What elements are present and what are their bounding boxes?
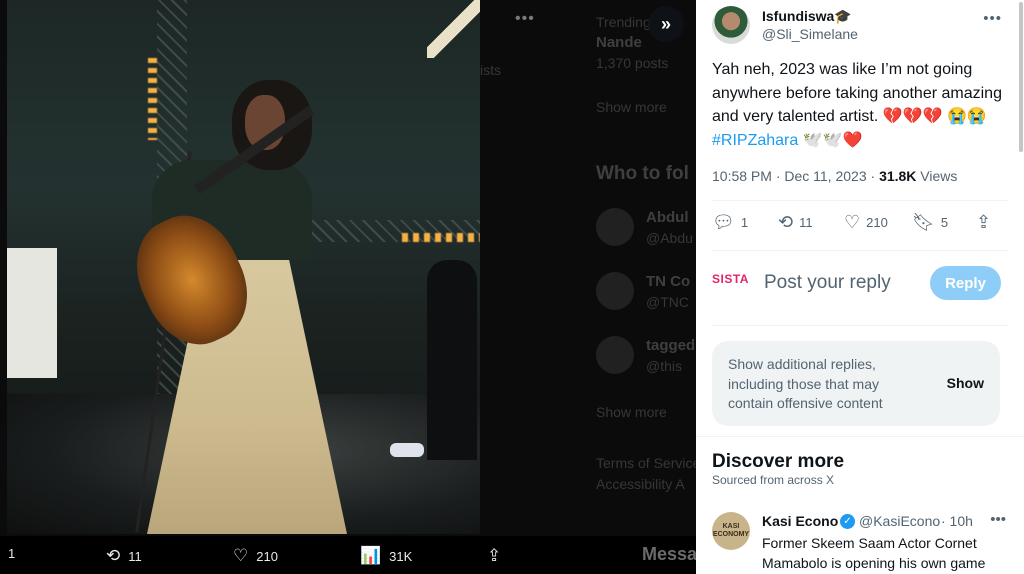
views-label: Views <box>916 168 958 184</box>
rec-avatar[interactable]: KASI ECONOMY <box>712 512 750 550</box>
share-icon: ⇪ <box>487 546 502 565</box>
media-repost-button[interactable]: ⟲ 11 <box>106 546 142 566</box>
ghost-lists: ists <box>480 62 501 78</box>
rec-text: Former Skeem Saam Actor Cornet Mamabolo … <box>762 535 986 571</box>
ghost-trend-name: Nande <box>596 34 642 51</box>
ghost-avatar <box>596 272 634 310</box>
author-name[interactable]: Isfundiswa🎓 <box>762 8 852 25</box>
reply-composer: SISTA Post your reply Reply <box>712 264 1012 304</box>
media-share-button[interactable]: ⇪ <box>487 546 501 566</box>
bookmark-button[interactable]: 🔖︎ 5 <box>912 212 948 233</box>
more-options-icon[interactable]: ••• <box>990 511 1006 528</box>
ghost-avatar <box>596 336 634 374</box>
like-count: 210 <box>866 215 888 230</box>
bookmark-icon: 🔖︎ <box>912 212 935 232</box>
reply-avatar: SISTA <box>712 272 749 286</box>
tweet-header: Isfundiswa🎓 @Sli_Simelane ••• <box>712 6 1012 46</box>
rec-author-name[interactable]: Kasi Econo <box>762 513 838 529</box>
hidden-replies-text: Show additional replies, including those… <box>728 356 883 411</box>
more-options-icon[interactable]: ••• <box>983 10 1002 27</box>
share-icon: ⇪ <box>976 212 992 232</box>
reply-input[interactable]: Post your reply <box>764 272 891 294</box>
tweet-actions: 💬︎ 1 ⟲ 11 ♡ 210 🔖︎ 5 ⇪ <box>712 212 1012 238</box>
repost-count: 11 <box>799 215 813 230</box>
discover-subtitle: Sourced from across X <box>712 473 835 487</box>
ghost-follow-name: TN Co <box>646 273 691 290</box>
tweet-text-tail: 🕊️🕊️❤️ <box>798 131 863 149</box>
ghost-show-more: Show more <box>596 404 667 420</box>
repost-icon: ⟲ <box>778 212 794 232</box>
show-hidden-replies-button[interactable]: Show <box>947 375 984 391</box>
ghost-trending: Trending <box>596 14 651 30</box>
media-views-button[interactable]: 📊 31K <box>360 546 412 566</box>
stage-logo <box>427 0 480 58</box>
tweet-text: Yah neh, 2023 was like I’m not going any… <box>712 58 1008 152</box>
hashtag-link[interactable]: #RIPZahara <box>712 132 798 149</box>
collapse-panel-button[interactable]: » <box>648 6 684 42</box>
discover-title: Discover more <box>712 451 845 472</box>
post-photo[interactable] <box>7 0 480 534</box>
media-action-bar: 1 ⟲ 11 ♡ 210 📊 31K ⇪ <box>0 536 696 574</box>
tweet-detail-panel: Isfundiswa🎓 @Sli_Simelane ••• Yah neh, 2… <box>696 0 1024 574</box>
ghost-show-more: Show more <box>596 99 667 115</box>
divider <box>712 200 1008 201</box>
stage-banner <box>7 248 57 378</box>
tweet-text-body: Yah neh, 2023 was like I’m not going any… <box>712 61 1002 125</box>
media-like-count: 210 <box>256 548 278 564</box>
repost-button[interactable]: ⟲ 11 <box>778 212 813 233</box>
ghost-follow-handle: @Abdu <box>646 230 693 246</box>
author-avatar[interactable] <box>712 6 750 44</box>
hidden-replies-notice: Show additional replies, including those… <box>712 341 1000 426</box>
ghost-follow-handle: @TNC <box>646 294 689 310</box>
ghost-follow-name: Abdul <box>646 209 689 226</box>
reply-button[interactable]: 💬︎ 1 <box>712 212 748 233</box>
ghost-more-icon: ••• <box>515 10 535 27</box>
ghost-trend-posts: 1,370 posts <box>596 55 669 71</box>
ghost-messages: Messa <box>642 544 696 564</box>
ghost-follow-handle: @this <box>646 358 682 374</box>
bar-chart-icon: 📊 <box>360 546 382 565</box>
ghost-accessibility: Accessibility A <box>596 476 685 492</box>
rec-author-handle[interactable]: @KasiEcono <box>859 513 941 529</box>
like-button[interactable]: ♡ 210 <box>844 212 888 233</box>
scrollbar-thumb[interactable] <box>1019 2 1023 152</box>
recommended-post[interactable]: KASI ECONOMY Kasi Econo ✓ @KasiEcono · 1… <box>712 510 1012 574</box>
chevron-double-right-icon: » <box>660 13 671 34</box>
media-repost-count: 11 <box>128 548 142 564</box>
stage-lights <box>402 233 480 242</box>
verified-badge-icon: ✓ <box>840 514 855 529</box>
tweet-meta: 10:58 PM · Dec 11, 2023 · 31.8K Views <box>712 168 957 184</box>
media-reply-button[interactable]: 1 <box>8 546 15 561</box>
background-person <box>427 260 477 460</box>
divider <box>712 325 1008 326</box>
view-count: 31.8K <box>879 168 917 184</box>
tweet-timestamp[interactable]: 10:58 PM · Dec 11, 2023 · <box>712 168 879 184</box>
divider <box>696 436 1024 437</box>
sneaker <box>390 443 424 457</box>
ghost-follow-name: tagged <box>646 337 696 354</box>
media-views-count: 31K <box>389 548 413 564</box>
rec-timestamp[interactable]: · 10h <box>941 513 973 529</box>
media-viewer: Trending Nande 1,370 posts ists Show mor… <box>0 0 696 574</box>
author-handle[interactable]: @Sli_Simelane <box>762 26 858 42</box>
ghost-who-to-follow: Who to fol <box>596 163 689 184</box>
bookmark-count: 5 <box>940 215 949 230</box>
comment-icon: 💬︎ <box>712 212 735 232</box>
heart-icon: ♡ <box>233 546 249 565</box>
heart-icon: ♡ <box>844 212 861 232</box>
reply-submit-button[interactable]: Reply <box>930 266 1001 300</box>
media-reply-count: 1 <box>8 546 16 561</box>
divider <box>712 250 1008 251</box>
stage-lights <box>148 58 157 140</box>
reply-count: 1 <box>740 215 749 230</box>
share-button[interactable]: ⇪ <box>976 212 991 233</box>
background-page-ghost: Trending Nande 1,370 posts ists Show mor… <box>480 0 696 574</box>
ghost-avatar <box>596 208 634 246</box>
ghost-terms: Terms of Service <box>596 455 696 471</box>
repost-icon: ⟲ <box>106 546 121 565</box>
media-like-button[interactable]: ♡ 210 <box>233 546 278 566</box>
